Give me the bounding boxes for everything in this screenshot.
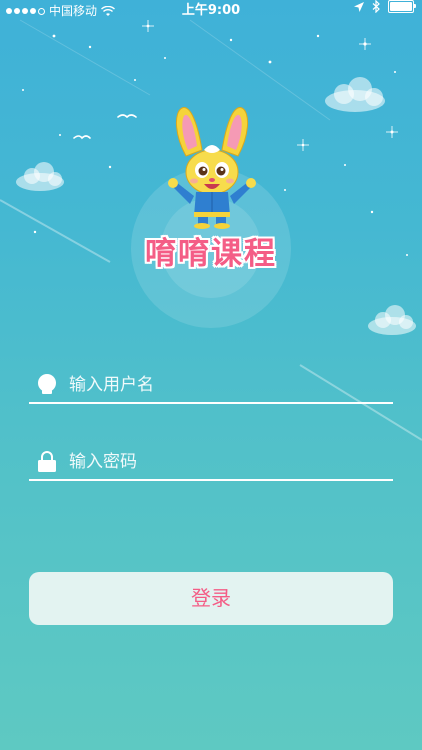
password-input[interactable] xyxy=(67,447,391,477)
username-field[interactable] xyxy=(29,366,393,404)
login-button[interactable]: 登录 xyxy=(29,572,393,625)
bunny-mascot-icon xyxy=(168,107,256,229)
username-input[interactable] xyxy=(67,370,391,400)
location-arrow-icon xyxy=(354,1,364,12)
password-field[interactable] xyxy=(29,443,393,481)
status-bar: 中国移动 上午9:00 xyxy=(0,0,422,22)
lock-icon xyxy=(38,451,56,472)
bluetooth-icon xyxy=(372,0,380,13)
battery-icon xyxy=(388,0,416,13)
birds xyxy=(73,114,137,140)
status-right xyxy=(354,0,416,13)
user-head-icon xyxy=(38,374,56,394)
app-title: 唷唷课程 xyxy=(145,236,277,272)
